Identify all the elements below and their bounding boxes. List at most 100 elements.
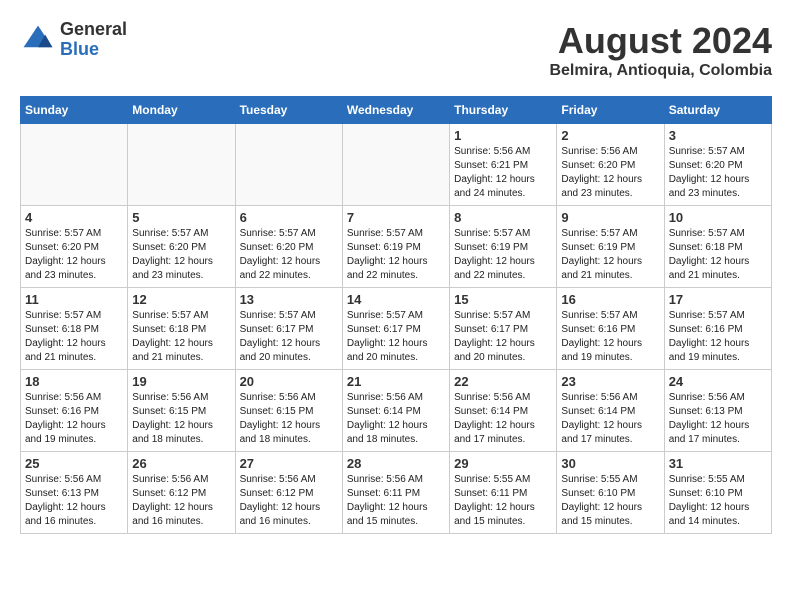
- calendar-cell: 20Sunrise: 5:56 AM Sunset: 6:15 PM Dayli…: [235, 370, 342, 452]
- calendar-cell: 6Sunrise: 5:57 AM Sunset: 6:20 PM Daylig…: [235, 206, 342, 288]
- day-number: 22: [454, 374, 552, 389]
- day-info: Sunrise: 5:56 AM Sunset: 6:16 PM Dayligh…: [25, 391, 123, 447]
- day-number: 18: [25, 374, 123, 389]
- day-info: Sunrise: 5:57 AM Sunset: 6:20 PM Dayligh…: [240, 227, 338, 283]
- day-number: 11: [25, 292, 123, 307]
- calendar-cell: 29 Sunrise: 5:55 AM Sunset: 6:11 PM Dayli…: [450, 452, 557, 534]
- day-info: Sunrise: 5:57 AM Sunset: 6:16 PM Dayligh…: [669, 309, 767, 365]
- calendar-header: SundayMondayTuesdayWednesdayThursdayFrid…: [21, 97, 772, 124]
- day-info: Sunrise: 5:57 AM Sunset: 6:20 PM Dayligh…: [25, 227, 123, 283]
- day-number: 21: [347, 374, 445, 389]
- calendar-table: SundayMondayTuesdayWednesdayThursdayFrid…: [20, 96, 772, 534]
- calendar-cell: 16 Sunrise: 5:57 AM Sunset: 6:16 PM Dayli…: [557, 288, 664, 370]
- logo-icon: [20, 22, 56, 58]
- calendar-cell: 13 Sunrise: 5:57 AM Sunset: 6:17 PM Dayli…: [235, 288, 342, 370]
- header-cell-tuesday: Tuesday: [235, 97, 342, 124]
- day-number: 4: [25, 210, 123, 225]
- calendar-cell: 2Sunrise: 5:56 AM Sunset: 6:20 PM Daylig…: [557, 124, 664, 206]
- calendar-cell: 11 Sunrise: 5:57 AM Sunset: 6:18 PM Dayli…: [21, 288, 128, 370]
- day-info: Sunrise: 5:57 AM Sunset: 6:19 PM Dayligh…: [347, 227, 445, 283]
- calendar-cell: 5 Sunrise: 5:57 AM Sunset: 6:20 PM Daylig…: [128, 206, 235, 288]
- day-number: 28: [347, 456, 445, 471]
- calendar-cell: 12 Sunrise: 5:57 AM Sunset: 6:18 PM Dayli…: [128, 288, 235, 370]
- calendar-cell: 1 Sunrise: 5:56 AM Sunset: 6:21 PM Daylig…: [450, 124, 557, 206]
- day-info: Sunrise: 5:56 AM Sunset: 6:20 PM Dayligh…: [561, 145, 659, 201]
- day-info: Sunrise: 5:57 AM Sunset: 6:19 PM Dayligh…: [454, 227, 552, 283]
- day-number: 25: [25, 456, 123, 471]
- day-info: Sunrise: 5:57 AM Sunset: 6:18 PM Dayligh…: [25, 309, 123, 365]
- day-number: 13: [240, 292, 338, 307]
- day-number: 12: [132, 292, 230, 307]
- logo-text: General Blue: [60, 20, 127, 60]
- day-info: Sunrise: 5:56 AM Sunset: 6:21 PM Dayligh…: [454, 145, 552, 201]
- day-number: 23: [561, 374, 659, 389]
- calendar-cell: 24Sunrise: 5:56 AM Sunset: 6:13 PM Dayli…: [664, 370, 771, 452]
- header-row: SundayMondayTuesdayWednesdayThursdayFrid…: [21, 97, 772, 124]
- day-info: Sunrise: 5:55 AM Sunset: 6:11 PM Dayligh…: [454, 473, 552, 529]
- day-number: 27: [240, 456, 338, 471]
- day-info: Sunrise: 5:56 AM Sunset: 6:12 PM Dayligh…: [240, 473, 338, 529]
- logo-general-text: General: [60, 20, 127, 40]
- header-cell-friday: Friday: [557, 97, 664, 124]
- day-info: Sunrise: 5:56 AM Sunset: 6:14 PM Dayligh…: [454, 391, 552, 447]
- day-number: 8: [454, 210, 552, 225]
- day-number: 3: [669, 128, 767, 143]
- calendar-cell: 28 Sunrise: 5:56 AM Sunset: 6:11 PM Dayli…: [342, 452, 449, 534]
- calendar-cell: 19 Sunrise: 5:56 AM Sunset: 6:15 PM Dayli…: [128, 370, 235, 452]
- calendar-cell: 8 Sunrise: 5:57 AM Sunset: 6:19 PM Daylig…: [450, 206, 557, 288]
- day-info: Sunrise: 5:57 AM Sunset: 6:16 PM Dayligh…: [561, 309, 659, 365]
- day-info: Sunrise: 5:56 AM Sunset: 6:13 PM Dayligh…: [25, 473, 123, 529]
- calendar-cell: 30 Sunrise: 5:55 AM Sunset: 6:10 PM Dayli…: [557, 452, 664, 534]
- day-number: 5: [132, 210, 230, 225]
- calendar-cell: 10Sunrise: 5:57 AM Sunset: 6:18 PM Dayli…: [664, 206, 771, 288]
- day-number: 24: [669, 374, 767, 389]
- day-number: 7: [347, 210, 445, 225]
- calendar-cell: 23Sunrise: 5:56 AM Sunset: 6:14 PM Dayli…: [557, 370, 664, 452]
- day-number: 19: [132, 374, 230, 389]
- calendar-cell: 15Sunrise: 5:57 AM Sunset: 6:17 PM Dayli…: [450, 288, 557, 370]
- calendar-cell: 26 Sunrise: 5:56 AM Sunset: 6:12 PM Dayli…: [128, 452, 235, 534]
- day-number: 16: [561, 292, 659, 307]
- day-number: 14: [347, 292, 445, 307]
- calendar-cell: 4 Sunrise: 5:57 AM Sunset: 6:20 PM Daylig…: [21, 206, 128, 288]
- calendar-cell: 27 Sunrise: 5:56 AM Sunset: 6:12 PM Dayli…: [235, 452, 342, 534]
- day-number: 17: [669, 292, 767, 307]
- day-info: Sunrise: 5:56 AM Sunset: 6:14 PM Dayligh…: [347, 391, 445, 447]
- week-row-2: 4 Sunrise: 5:57 AM Sunset: 6:20 PM Daylig…: [21, 206, 772, 288]
- day-number: 30: [561, 456, 659, 471]
- header-cell-sunday: Sunday: [21, 97, 128, 124]
- logo-blue-text: Blue: [60, 40, 127, 60]
- day-number: 29: [454, 456, 552, 471]
- day-number: 20: [240, 374, 338, 389]
- calendar-cell: 3Sunrise: 5:57 AM Sunset: 6:20 PM Daylig…: [664, 124, 771, 206]
- calendar-cell: 25 Sunrise: 5:56 AM Sunset: 6:13 PM Dayli…: [21, 452, 128, 534]
- day-info: Sunrise: 5:57 AM Sunset: 6:20 PM Dayligh…: [132, 227, 230, 283]
- calendar-cell: 18 Sunrise: 5:56 AM Sunset: 6:16 PM Dayli…: [21, 370, 128, 452]
- day-number: 1: [454, 128, 552, 143]
- day-number: 26: [132, 456, 230, 471]
- calendar-cell: 31Sunrise: 5:55 AM Sunset: 6:10 PM Dayli…: [664, 452, 771, 534]
- day-info: Sunrise: 5:57 AM Sunset: 6:19 PM Dayligh…: [561, 227, 659, 283]
- calendar-cell: [235, 124, 342, 206]
- day-info: Sunrise: 5:56 AM Sunset: 6:11 PM Dayligh…: [347, 473, 445, 529]
- day-number: 10: [669, 210, 767, 225]
- day-number: 15: [454, 292, 552, 307]
- header-cell-thursday: Thursday: [450, 97, 557, 124]
- day-number: 9: [561, 210, 659, 225]
- calendar-body: 1 Sunrise: 5:56 AM Sunset: 6:21 PM Daylig…: [21, 124, 772, 534]
- day-info: Sunrise: 5:55 AM Sunset: 6:10 PM Dayligh…: [561, 473, 659, 529]
- day-info: Sunrise: 5:56 AM Sunset: 6:12 PM Dayligh…: [132, 473, 230, 529]
- day-info: Sunrise: 5:57 AM Sunset: 6:17 PM Dayligh…: [240, 309, 338, 365]
- day-number: 31: [669, 456, 767, 471]
- title-block: August 2024 Belmira, Antioquia, Colombia: [549, 20, 772, 80]
- day-info: Sunrise: 5:57 AM Sunset: 6:18 PM Dayligh…: [132, 309, 230, 365]
- day-info: Sunrise: 5:57 AM Sunset: 6:17 PM Dayligh…: [347, 309, 445, 365]
- week-row-4: 18 Sunrise: 5:56 AM Sunset: 6:16 PM Dayli…: [21, 370, 772, 452]
- logo: General Blue: [20, 20, 127, 60]
- day-info: Sunrise: 5:56 AM Sunset: 6:15 PM Dayligh…: [132, 391, 230, 447]
- page-header: General Blue August 2024 Belmira, Antioq…: [20, 20, 772, 80]
- week-row-5: 25 Sunrise: 5:56 AM Sunset: 6:13 PM Dayli…: [21, 452, 772, 534]
- calendar-cell: 17 Sunrise: 5:57 AM Sunset: 6:16 PM Dayli…: [664, 288, 771, 370]
- calendar-cell: 21 Sunrise: 5:56 AM Sunset: 6:14 PM Dayli…: [342, 370, 449, 452]
- calendar-cell: 9 Sunrise: 5:57 AM Sunset: 6:19 PM Daylig…: [557, 206, 664, 288]
